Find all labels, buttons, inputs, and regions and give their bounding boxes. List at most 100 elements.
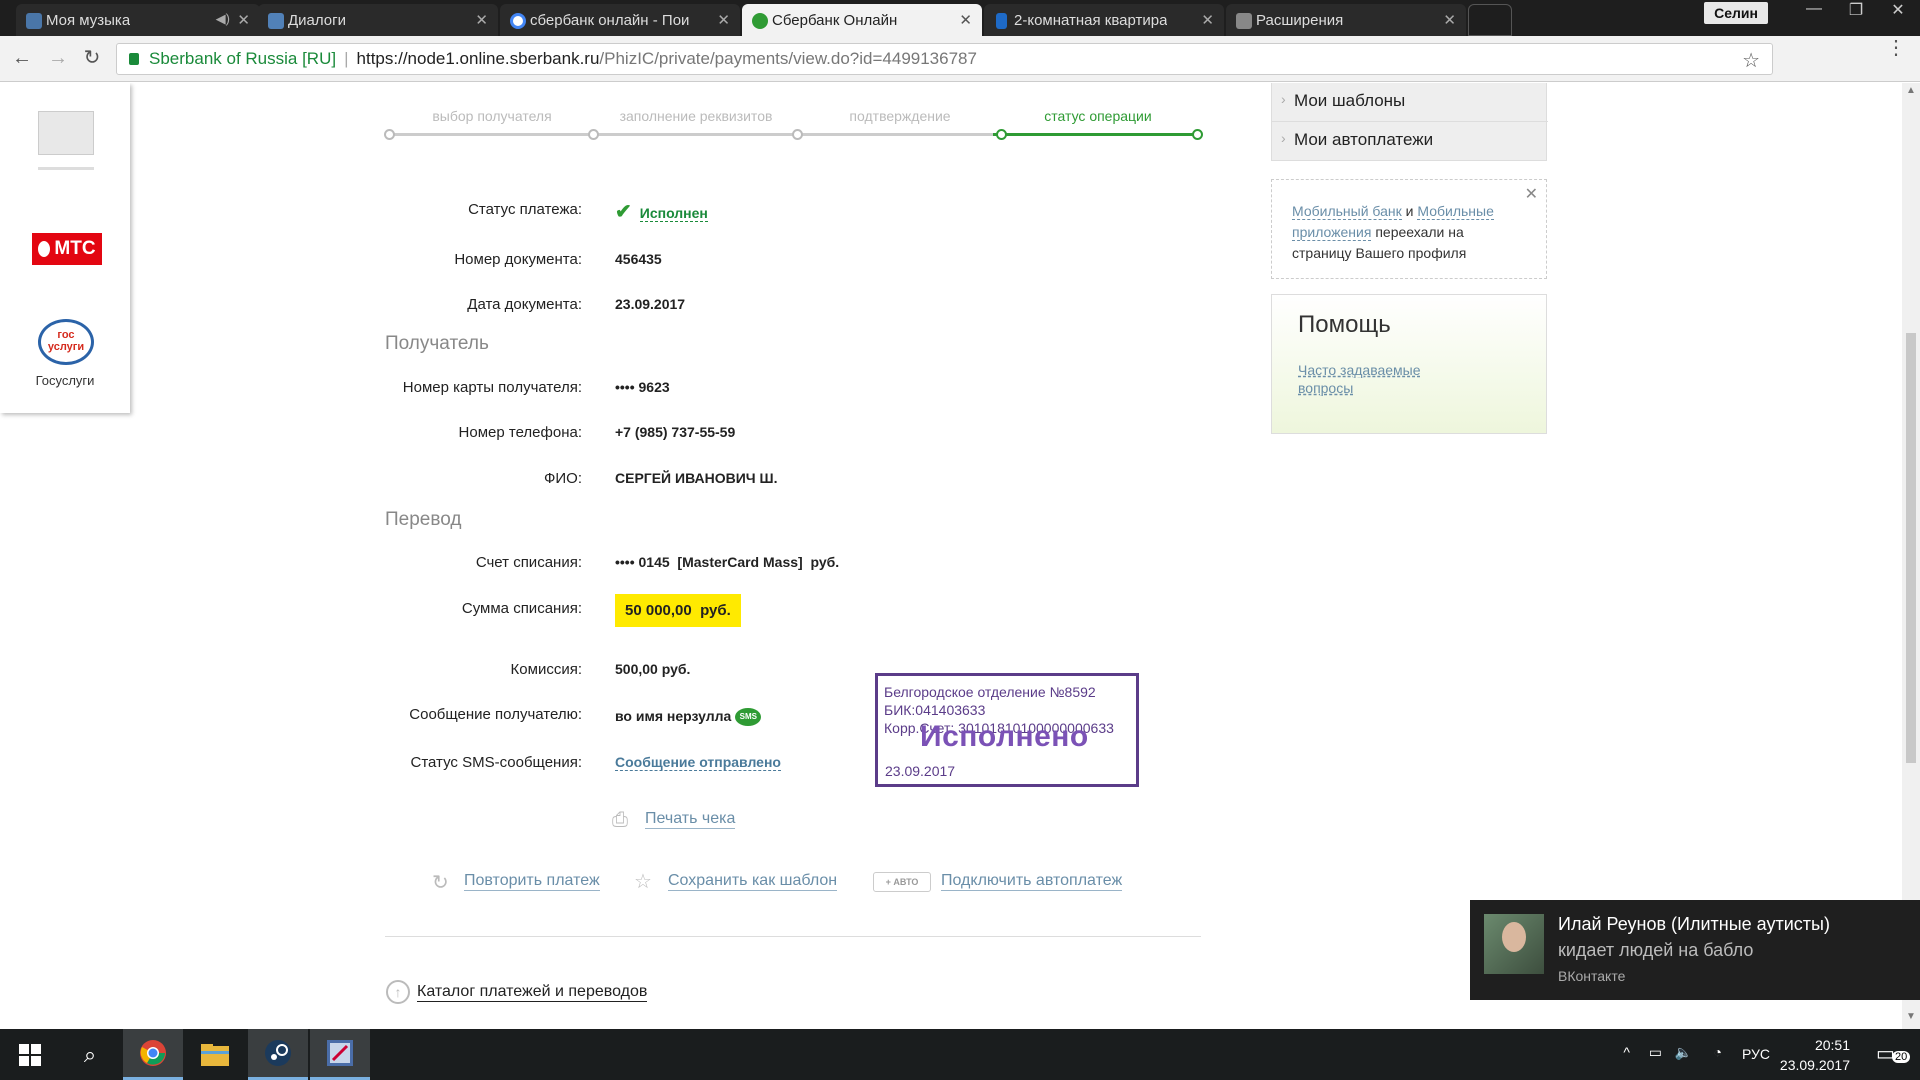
back-icon[interactable]: ←	[10, 46, 34, 70]
steam-icon[interactable]	[248, 1029, 308, 1080]
tab-google-search[interactable]: сбербанк онлайн - Пои ✕	[500, 4, 740, 36]
check-icon: ✔	[615, 201, 632, 223]
right-menu: Мои шаблоны Мои автоплатежи	[1271, 83, 1548, 161]
app-icon[interactable]	[310, 1029, 370, 1080]
sms-icon: SMS	[735, 708, 762, 726]
section-transfer: Перевод	[385, 509, 462, 530]
profile-button[interactable]: Селин	[1704, 2, 1768, 24]
star-icon[interactable]: ☆	[634, 869, 652, 894]
close-icon[interactable]: ✕	[1525, 184, 1538, 205]
help-title: Помощь	[1298, 311, 1391, 338]
wifi-icon[interactable]: ◔	[1714, 1044, 1722, 1060]
fio-label: ФИО:	[543, 470, 582, 487]
menu-my-templates[interactable]: Мои шаблоны	[1281, 91, 1405, 111]
close-icon[interactable]: ✕	[959, 11, 972, 29]
close-icon[interactable]: ✕	[717, 11, 730, 29]
new-tab-button[interactable]	[1468, 4, 1512, 36]
page-scrollbar[interactable]: ▲ ▼	[1902, 83, 1920, 1029]
print-receipt-link[interactable]: Печать чека	[645, 810, 736, 829]
close-window-icon[interactable]: ✕	[1880, 0, 1916, 22]
volume-icon[interactable]: 🔈	[1675, 1044, 1692, 1061]
puzzle-icon	[1236, 13, 1252, 29]
progress-steps: выбор получателя заполнение реквизитов п…	[384, 103, 1203, 143]
close-icon[interactable]: ✕	[1201, 11, 1214, 29]
message-label: Сообщение получателю:	[409, 706, 582, 723]
forward-icon[interactable]: →	[46, 46, 70, 70]
mts-label: МТС	[54, 238, 96, 259]
auto-badge[interactable]: + АВТО	[873, 872, 931, 892]
language-indicator[interactable]: РУС	[1742, 1046, 1770, 1062]
step-line	[389, 133, 993, 136]
doc-number-value: 456435	[615, 251, 662, 267]
lock-icon	[129, 53, 139, 65]
address-bar[interactable]: Sberbank of Russia [RU] | https://node1.…	[116, 43, 1773, 75]
clock[interactable]: 20:51 23.09.2017	[1780, 1035, 1850, 1075]
browser-tab-strip: Моя музыка ◀) ✕ Диалоги ✕ сбербанк онлай…	[0, 0, 1920, 36]
search-icon[interactable]: ⌕	[60, 1029, 120, 1080]
status-value[interactable]: Исполнен	[639, 205, 708, 222]
bookmark-star-icon[interactable]: ☆	[1742, 48, 1760, 73]
action-center-icon[interactable]: ▭ 20	[1876, 1041, 1911, 1067]
printer-icon[interactable]: ⎙	[612, 809, 628, 832]
scroll-down-icon[interactable]: ▼	[1902, 1011, 1920, 1027]
sberbank-icon	[752, 13, 768, 29]
faq-link[interactable]: Часто задаваемые вопросы	[1298, 361, 1448, 397]
gosuslugi-logo[interactable]: гос услуги	[38, 319, 94, 365]
sms-status-value[interactable]: Сообщение отправлено	[615, 754, 781, 771]
gosuslugi-label[interactable]: Госуслуги	[0, 373, 130, 388]
mobile-bank-link[interactable]: Мобильный банк	[1292, 203, 1402, 220]
tray-expand-icon[interactable]: ^	[1623, 1044, 1630, 1060]
stamp-date: 23.09.2017	[885, 763, 956, 779]
url-separator: |	[344, 49, 349, 68]
mobile-notice: ✕ Мобильный банк и Мобильные приложения …	[1271, 179, 1547, 279]
repeat-icon[interactable]: ↻	[432, 870, 449, 895]
tab-dialogs[interactable]: Диалоги ✕	[258, 4, 498, 36]
step-fill-details: заполнение реквизитов	[619, 108, 773, 124]
tab-sberbank-online[interactable]: Сбербанк Онлайн ✕	[742, 4, 982, 36]
toast-source: ВКонтакте	[1558, 968, 1626, 984]
row-doc-date: Дата документа: 23.09.2017	[384, 296, 1204, 318]
repeat-payment-link[interactable]: Повторить платеж	[464, 872, 600, 891]
doc-date-value: 23.09.2017	[615, 296, 686, 312]
step-dot	[588, 129, 599, 140]
tab-apartment[interactable]: 2-комнатная квартира ✕	[984, 4, 1224, 36]
url-host: https://node1.online.sberbank.ru	[356, 49, 600, 68]
menu-icon[interactable]: ⋮	[1886, 38, 1906, 58]
row-fio: ФИО: СЕРГЕЙ ИВАНОВИЧ Ш.	[384, 470, 1204, 492]
row-status: Статус платежа: ✔ Исполнен	[384, 201, 1204, 223]
tab-vk-music[interactable]: Моя музыка ◀) ✕	[16, 4, 260, 36]
browser-toolbar: ← → ↻ Sberbank of Russia [RU] | https://…	[0, 36, 1920, 82]
windows-start-icon[interactable]	[0, 1029, 60, 1080]
tab-extensions[interactable]: Расширения ✕	[1226, 4, 1466, 36]
save-template-link[interactable]: Сохранить как шаблон	[668, 872, 838, 891]
google-icon	[510, 13, 526, 29]
close-icon[interactable]: ✕	[475, 11, 488, 29]
divider	[385, 936, 1201, 937]
step-dot-done	[1192, 129, 1203, 140]
sms-status-label: Статус SMS-сообщения:	[410, 754, 583, 771]
scroll-thumb[interactable]	[1906, 333, 1916, 763]
avatar	[1484, 914, 1544, 974]
mts-logo[interactable]: МТС	[32, 233, 102, 265]
connect-autopay-link[interactable]: Подключить автоплатеж	[941, 872, 1123, 891]
sum-label: Сумма списания:	[461, 600, 582, 617]
menu-my-autopayments[interactable]: Мои автоплатежи	[1281, 130, 1433, 150]
wallet-icon[interactable]	[38, 111, 94, 155]
chrome-icon[interactable]	[123, 1029, 183, 1080]
arrow-up-icon[interactable]: ↑	[386, 980, 410, 1004]
minimize-icon[interactable]: —	[1796, 0, 1832, 22]
close-icon[interactable]: ✕	[1443, 11, 1456, 29]
catalog-link[interactable]: Каталог платежей и переводов	[417, 983, 648, 1002]
doc-date-label: Дата документа:	[467, 296, 582, 313]
battery-icon[interactable]: ▭	[1649, 1044, 1662, 1061]
account-value: •••• 0145 [MasterCard Mass] руб.	[615, 554, 840, 570]
close-icon[interactable]: ✕	[237, 11, 250, 29]
notification-toast[interactable]: Илай Реунов (Илитные аутисты) кидает люд…	[1470, 900, 1920, 1000]
scroll-up-icon[interactable]: ▲	[1902, 85, 1920, 101]
audio-icon[interactable]: ◀)	[216, 11, 230, 27]
restore-icon[interactable]: ❐	[1838, 0, 1874, 22]
file-explorer-icon[interactable]	[185, 1029, 245, 1080]
stamp-executed: Исполнено	[920, 720, 1089, 753]
reload-icon[interactable]: ↻	[80, 46, 104, 70]
card-label: Номер карты получателя:	[402, 379, 582, 396]
